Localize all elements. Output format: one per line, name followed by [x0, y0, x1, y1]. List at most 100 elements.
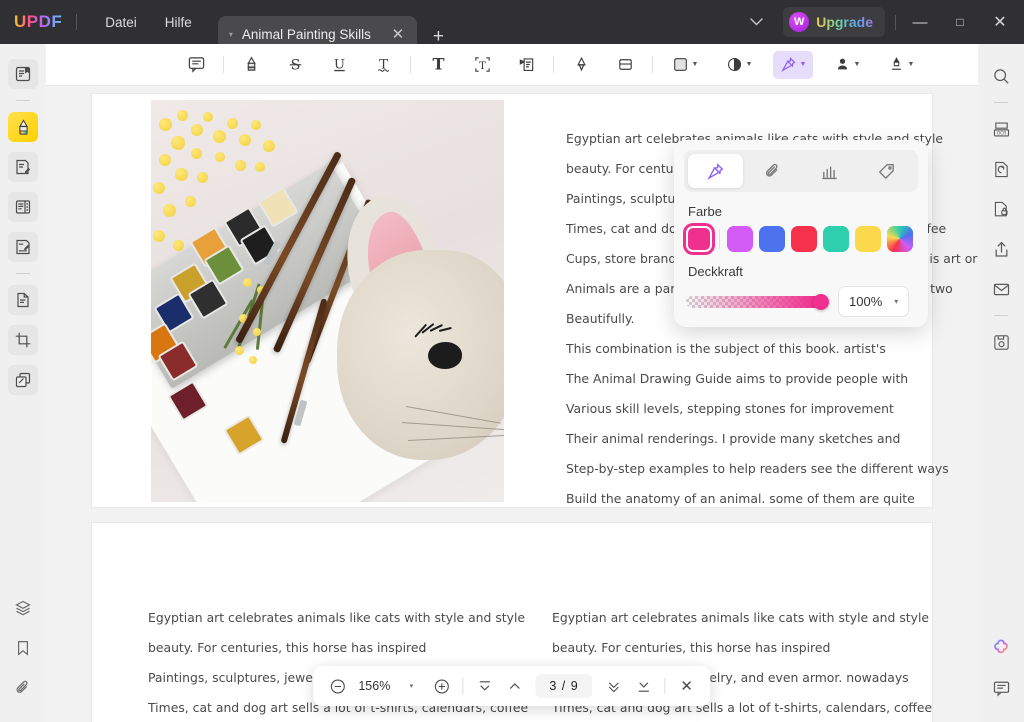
- shape-caret-icon[interactable]: ▼: [692, 61, 699, 68]
- sidebar-item-edit-pdf[interactable]: [8, 152, 38, 182]
- menu-datei[interactable]: Datei: [91, 10, 151, 35]
- annotation-toolbar: S U T T T ▼ ▼ ▼ ▼ ▼: [46, 44, 978, 86]
- sidebar-item-fill-and-sign[interactable]: [8, 232, 38, 262]
- opacity-controls: 100% ▾: [684, 286, 918, 317]
- pencil-tool[interactable]: [566, 51, 596, 79]
- stamp-caret-icon[interactable]: ▼: [854, 61, 861, 68]
- tab-title: Animal Painting Skills: [241, 26, 371, 42]
- swatch-yellow[interactable]: [855, 226, 881, 252]
- protect-icon[interactable]: [986, 194, 1016, 224]
- sticky-pin-tool[interactable]: ▼: [773, 50, 813, 79]
- document-canvas[interactable]: Egyptian art celebrates animals like cat…: [46, 86, 978, 722]
- swatch-blue[interactable]: [759, 226, 785, 252]
- sidebar-item-crop[interactable]: [8, 325, 38, 355]
- zoom-dropdown-icon[interactable]: ▾: [397, 671, 425, 701]
- opacity-slider-knob[interactable]: [813, 293, 829, 310]
- doc-line: The Animal Drawing Guide aims to provide…: [566, 371, 909, 386]
- squiggly-underline-tool[interactable]: T: [368, 51, 398, 79]
- sidebar-item-annotate[interactable]: [8, 112, 38, 142]
- bottombar-divider-1: [462, 678, 464, 694]
- sidebar-item-compare[interactable]: [8, 365, 38, 395]
- shape-tool[interactable]: ▼: [665, 51, 705, 79]
- eraser-tool[interactable]: [610, 51, 640, 79]
- menu-hilfe[interactable]: Hilfe: [151, 10, 206, 35]
- popup-tab-attachment[interactable]: [745, 154, 800, 188]
- minimize-button[interactable]: —: [900, 0, 940, 44]
- tab-dropdown-icon[interactable]: ▾: [224, 30, 242, 39]
- opacity-slider[interactable]: [686, 293, 829, 310]
- opacity-slider-track: [686, 295, 826, 308]
- svg-text:S: S: [290, 58, 300, 74]
- previous-page-button[interactable]: [500, 671, 528, 701]
- tab-close-icon[interactable]: ✕: [389, 25, 407, 43]
- swatch-magenta[interactable]: [727, 226, 753, 252]
- shape-fill-tool[interactable]: ▼: [719, 51, 759, 79]
- convert-icon[interactable]: [986, 154, 1016, 184]
- maximize-button[interactable]: □: [940, 0, 980, 44]
- sidebar-item-reader[interactable]: [8, 59, 38, 89]
- zoom-in-button[interactable]: [427, 671, 455, 701]
- next-page-button[interactable]: [600, 671, 628, 701]
- share-icon[interactable]: [986, 234, 1016, 264]
- ai-assistant-icon[interactable]: [986, 633, 1016, 663]
- search-icon[interactable]: [986, 61, 1016, 91]
- swatch-red[interactable]: [791, 226, 817, 252]
- zoom-out-button[interactable]: [323, 671, 351, 701]
- pin-caret-icon[interactable]: ▼: [800, 61, 807, 68]
- chevron-down-icon[interactable]: [736, 10, 777, 34]
- close-window-button[interactable]: ✕: [980, 0, 1020, 44]
- fill-caret-icon[interactable]: ▼: [746, 61, 753, 68]
- app-shell: S U T T T ▼ ▼ ▼ ▼ ▼ Egyptian art celebra…: [0, 44, 1024, 722]
- annotation-properties-popup: Farbe Deckkraft 100% ▾: [674, 140, 928, 327]
- sidebar-item-page[interactable]: [8, 285, 38, 315]
- right-rail-divider-1: [994, 102, 1008, 103]
- text-box-tool[interactable]: T: [467, 51, 497, 79]
- updf-window: UPDF Datei Hilfe ▾ Animal Painting Skill…: [0, 0, 1024, 722]
- swatch-rainbow[interactable]: [887, 226, 913, 252]
- svg-text:OCR: OCR: [996, 130, 1006, 136]
- swatch-teal[interactable]: [823, 226, 849, 252]
- swatch-pink[interactable]: [686, 226, 712, 252]
- comments-panel-icon[interactable]: [986, 673, 1016, 703]
- sidebar-item-organize-pages[interactable]: [8, 192, 38, 222]
- popup-tab-pin[interactable]: [688, 154, 743, 188]
- opacity-value-select[interactable]: 100% ▾: [838, 286, 910, 317]
- save-icon[interactable]: [986, 327, 1016, 357]
- underline-tool[interactable]: U: [324, 51, 354, 79]
- layers-icon[interactable]: [8, 593, 38, 623]
- window-controls-divider: [895, 14, 896, 30]
- first-page-button[interactable]: [470, 671, 498, 701]
- upgrade-label: Upgrade: [816, 14, 873, 30]
- toolbar-divider-1: [223, 56, 224, 73]
- upgrade-button[interactable]: W Upgrade: [783, 7, 885, 37]
- popup-tab-chart[interactable]: [802, 154, 857, 188]
- highlight-tool[interactable]: [236, 51, 266, 79]
- page-illustration: [151, 100, 504, 502]
- rail-divider-1: [16, 100, 30, 101]
- opacity-value: 100%: [849, 294, 883, 309]
- comment-tool[interactable]: [181, 51, 211, 79]
- doc-line: beauty. For centuries, this horse has in…: [148, 640, 427, 655]
- left-sidebar: [0, 44, 46, 722]
- bookmark-icon[interactable]: [8, 633, 38, 663]
- close-navbar-button[interactable]: ✕: [673, 671, 701, 701]
- opacity-caret-icon[interactable]: ▾: [894, 297, 898, 306]
- paperclip-icon[interactable]: [8, 673, 38, 703]
- doc-line: Egyptian art celebrates animals like cat…: [552, 610, 930, 625]
- ocr-icon[interactable]: OCR: [986, 114, 1016, 144]
- email-icon[interactable]: [986, 274, 1016, 304]
- callout-tool[interactable]: [511, 51, 541, 79]
- last-page-button[interactable]: [630, 671, 658, 701]
- page-indicator[interactable]: 3 / 9: [535, 674, 593, 698]
- signature-tool[interactable]: ▼: [881, 51, 921, 79]
- toolbar-divider-3: [553, 56, 554, 73]
- strikethrough-tool[interactable]: S: [280, 51, 310, 79]
- signature-caret-icon[interactable]: ▼: [908, 61, 915, 68]
- zoom-level-label[interactable]: 156%: [353, 671, 395, 701]
- popup-tab-tag[interactable]: [859, 154, 914, 188]
- right-rail-divider-2: [994, 315, 1008, 316]
- text-tool[interactable]: T: [423, 51, 453, 79]
- doc-line: beauty. For centuries, this horse has in…: [552, 640, 831, 655]
- title-bar: UPDF Datei Hilfe ▾ Animal Painting Skill…: [0, 0, 1024, 52]
- stamp-tool[interactable]: ▼: [827, 51, 867, 79]
